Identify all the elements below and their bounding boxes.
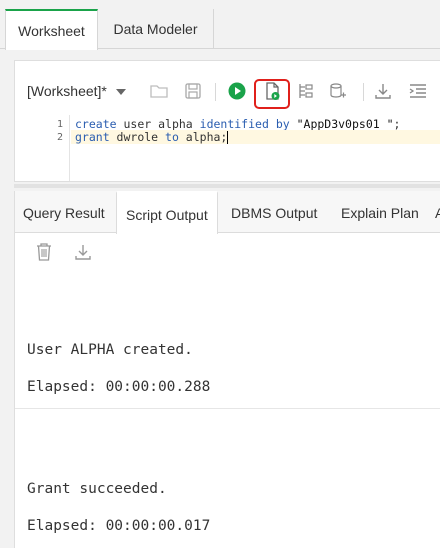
top-tab-bar: Worksheet Data Modeler bbox=[0, 0, 440, 50]
tab-query-result[interactable]: Query Result bbox=[23, 191, 105, 233]
output-divider bbox=[15, 408, 440, 409]
line-number-gutter: 1 2 bbox=[15, 115, 70, 181]
tab-data-modeler[interactable]: Data Modeler bbox=[98, 9, 214, 49]
output-panel: Query Result Script Output DBMS Output E… bbox=[14, 191, 440, 548]
autotrace-icon[interactable] bbox=[328, 81, 348, 101]
tab-dbms-output[interactable]: DBMS Output bbox=[231, 191, 317, 233]
line-number: 2 bbox=[56, 132, 63, 143]
run-statement-icon[interactable] bbox=[227, 81, 247, 101]
output-line: User ALPHA created. bbox=[27, 342, 193, 358]
trash-icon[interactable] bbox=[35, 242, 53, 262]
output-elapsed: Elapsed: 00:00:00.288 bbox=[27, 379, 211, 395]
download-icon[interactable] bbox=[373, 81, 393, 101]
tab-autotrace[interactable]: A bbox=[435, 191, 440, 233]
output-line: Grant succeeded. bbox=[27, 481, 167, 497]
output-elapsed: Elapsed: 00:00:00.017 bbox=[27, 518, 211, 534]
sql-editor[interactable]: 1 2 create user alpha identified by "App… bbox=[15, 115, 440, 181]
tab-script-output[interactable]: Script Output bbox=[116, 191, 218, 234]
output-tab-bar: Query Result Script Output DBMS Output E… bbox=[15, 191, 440, 234]
format-icon[interactable] bbox=[408, 81, 428, 101]
toolbar-divider bbox=[215, 83, 216, 101]
save-icon[interactable] bbox=[183, 81, 203, 101]
tab-worksheet[interactable]: Worksheet bbox=[5, 9, 98, 50]
code-line-current: grant dwrole to alpha; bbox=[71, 130, 440, 144]
line-number: 1 bbox=[56, 119, 63, 130]
output-toolbar bbox=[15, 233, 440, 273]
download-icon[interactable] bbox=[73, 242, 93, 262]
chevron-down-icon[interactable] bbox=[116, 89, 126, 95]
folder-open-icon[interactable] bbox=[149, 81, 169, 101]
explain-plan-icon[interactable] bbox=[296, 81, 316, 101]
panel-splitter[interactable] bbox=[14, 184, 440, 188]
text-cursor bbox=[227, 131, 229, 144]
worksheet-panel: [Worksheet]* 1 2 create user alpha ident… bbox=[14, 60, 440, 182]
code-line: create user alpha identified by "AppD3v0… bbox=[75, 117, 401, 131]
worksheet-select[interactable]: [Worksheet]* bbox=[27, 83, 107, 99]
tab-explain-plan[interactable]: Explain Plan bbox=[341, 191, 419, 233]
run-script-highlight bbox=[254, 79, 290, 109]
worksheet-toolbar: [Worksheet]* bbox=[15, 61, 440, 111]
toolbar-divider bbox=[363, 83, 364, 101]
